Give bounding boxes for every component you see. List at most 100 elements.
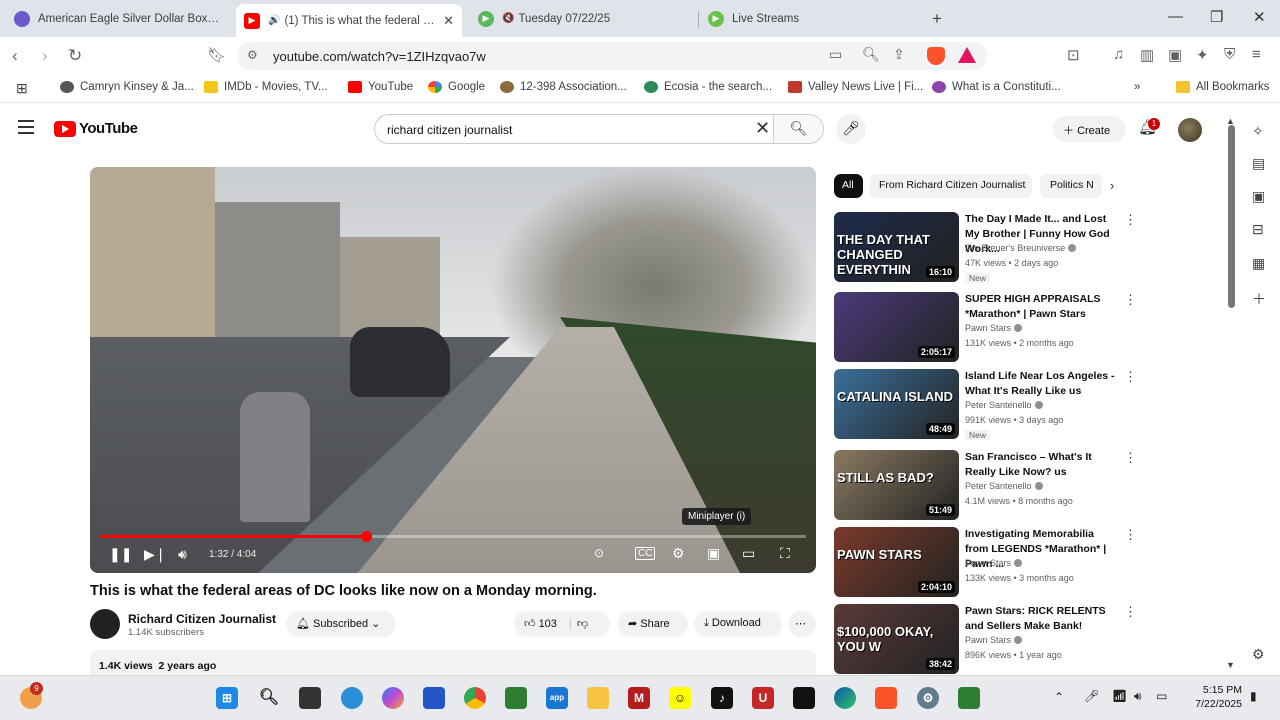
chip-politics[interactable]: Politics N bbox=[1040, 174, 1102, 198]
sidebar-reading-list-icon[interactable]: ▤ bbox=[1252, 155, 1265, 172]
chip-from-channel[interactable]: From Richard Citizen Journalist bbox=[870, 174, 1032, 198]
more-options-icon[interactable]: ⋮ bbox=[1124, 604, 1137, 620]
store-icon[interactable] bbox=[423, 687, 445, 709]
cast-icon[interactable]: ▭ bbox=[829, 46, 842, 63]
theater-mode-icon[interactable]: ▭ bbox=[742, 545, 755, 562]
file-explorer-icon[interactable] bbox=[587, 687, 609, 709]
close-window-icon[interactable]: ✕ bbox=[1253, 8, 1266, 26]
forward-icon[interactable]: › bbox=[42, 46, 48, 66]
create-button[interactable]: ＋ Create bbox=[1053, 116, 1126, 142]
volume-icon[interactable]: 🔊︎ bbox=[178, 546, 187, 563]
more-options-icon[interactable]: ⋮ bbox=[1124, 369, 1137, 385]
page-scrollbar[interactable] bbox=[1228, 125, 1235, 308]
recommended-channel[interactable]: Pawn Stars bbox=[965, 635, 1023, 645]
recommended-title[interactable]: SUPER HIGH APPRAISALS *Marathon* | Pawn … bbox=[965, 292, 1120, 322]
bookmark-item[interactable]: 12-398 Association... bbox=[500, 81, 627, 93]
recommended-video[interactable]: $100,000 OKAY, YOU W 38:42 Pawn Stars: RIC… bbox=[834, 604, 1144, 676]
browser-tab-youtube[interactable]: ▶ 🔊 (1) This is what the federal areas o… bbox=[236, 4, 462, 37]
sidebar-wallet-icon[interactable]: ▣ bbox=[1252, 188, 1265, 205]
settings-gear-icon[interactable]: ⚙ bbox=[672, 545, 685, 562]
recommended-title[interactable]: San Francisco – What's It Really Like No… bbox=[965, 450, 1120, 480]
captions-icon[interactable]: CC bbox=[635, 547, 656, 560]
search-button[interactable]: 🔍︎ bbox=[773, 115, 823, 143]
brave-shield-icon[interactable] bbox=[927, 47, 945, 65]
bookmark-item[interactable]: Google bbox=[428, 81, 485, 93]
next-video-icon[interactable]: ▶❘ bbox=[144, 546, 167, 563]
maximize-icon[interactable]: ❐ bbox=[1210, 8, 1223, 26]
scroll-down-icon[interactable]: ▼ bbox=[1226, 660, 1235, 670]
fullscreen-icon[interactable]: ⛶ bbox=[780, 545, 790, 562]
more-actions-button[interactable]: ⋯ bbox=[788, 611, 816, 637]
mcafee-icon[interactable]: M bbox=[628, 687, 650, 709]
tab-search-icon[interactable]: ⊡ bbox=[1067, 46, 1080, 64]
brave-taskbar-icon[interactable] bbox=[875, 687, 897, 709]
volume-tray-icon[interactable]: 🔊︎ bbox=[1134, 689, 1142, 704]
more-options-icon[interactable]: ⋮ bbox=[1124, 450, 1137, 466]
wallet-icon[interactable]: ▣ bbox=[1168, 46, 1182, 64]
download-button[interactable]: ⤓ Download bbox=[694, 611, 782, 637]
bookmark-item[interactable]: Camryn Kinsey & Ja... bbox=[60, 81, 194, 93]
notification-center-icon[interactable]: ▮ bbox=[1250, 689, 1257, 703]
new-tab-button[interactable]: + bbox=[932, 9, 942, 29]
minimize-icon[interactable]: — bbox=[1168, 8, 1183, 25]
video-thumbnail[interactable]: CATALINA ISLAND 48:49 bbox=[834, 369, 959, 439]
chip-all[interactable]: All bbox=[834, 174, 863, 198]
recommended-channel[interactable]: Peter Santenello bbox=[965, 481, 1043, 491]
more-options-icon[interactable]: ⋮ bbox=[1124, 292, 1137, 308]
recommended-channel[interactable]: Peter Santenello bbox=[965, 400, 1043, 410]
app-icon[interactable]: app bbox=[546, 687, 568, 709]
youtube-logo[interactable]: YouTube bbox=[54, 120, 138, 137]
vpn-icon[interactable]: ⛨ bbox=[1224, 46, 1235, 63]
search-input[interactable]: richard citizen journalist bbox=[387, 123, 512, 137]
share-page-icon[interactable]: ⇪ bbox=[893, 46, 905, 63]
media-icon[interactable]: ♫ bbox=[1113, 46, 1124, 63]
account-avatar[interactable] bbox=[1178, 118, 1202, 142]
pluto-icon[interactable] bbox=[793, 687, 815, 709]
recommended-channel[interactable]: Pawn Stars bbox=[965, 323, 1023, 333]
more-options-icon[interactable]: ⋮ bbox=[1124, 212, 1137, 228]
bookmark-item[interactable]: IMDb - Movies, TV... bbox=[204, 81, 328, 93]
app-green-icon[interactable] bbox=[958, 687, 980, 709]
wifi-icon[interactable]: 📶︎ bbox=[1112, 689, 1127, 703]
settings-taskbar-icon[interactable]: ⚙ bbox=[917, 687, 939, 709]
recommended-video[interactable]: THE DAY THAT CHANGED EVERYTHIN 16:10 The D… bbox=[834, 212, 1144, 284]
app-u-icon[interactable]: U bbox=[752, 687, 774, 709]
tray-chevron-icon[interactable]: ⌃ bbox=[1054, 690, 1064, 704]
brave-rewards-icon[interactable] bbox=[958, 47, 976, 63]
recommended-video[interactable]: STILL AS BAD? 51:49 San Francisco – What's… bbox=[834, 450, 1144, 522]
chips-next-icon[interactable]: › bbox=[1110, 178, 1114, 193]
apps-grid-icon[interactable]: ⊞ bbox=[16, 80, 28, 97]
recommended-video[interactable]: CATALINA ISLAND 48:49 Island Life Near Los… bbox=[834, 369, 1144, 441]
back-icon[interactable]: ‹ bbox=[12, 46, 18, 66]
video-thumbnail[interactable]: 2:05:17 bbox=[834, 292, 959, 362]
hamburger-menu-icon[interactable] bbox=[18, 120, 34, 138]
voice-search-icon[interactable]: 🎤︎ bbox=[836, 114, 866, 144]
share-button[interactable]: ➦ Share bbox=[618, 611, 688, 637]
recommended-title[interactable]: Island Life Near Los Angeles - What It's… bbox=[965, 369, 1120, 399]
menu-icon[interactable]: ≡ bbox=[1252, 46, 1261, 63]
video-thumbnail[interactable]: THE DAY THAT CHANGED EVERYTHIN 16:10 bbox=[834, 212, 959, 282]
subscribed-button[interactable]: 🔔︎ Subscribed ⌄ bbox=[286, 611, 396, 637]
sidebar-settings-icon[interactable]: ⚙ bbox=[1252, 646, 1265, 663]
url-text[interactable]: youtube.com/watch?v=1ZIHzqvao7w bbox=[273, 49, 486, 64]
bookmark-item[interactable]: What is a Constituti... bbox=[932, 81, 1061, 93]
battery-icon[interactable]: ▭ bbox=[1156, 689, 1167, 703]
zoom-icon[interactable]: 🔍︎ bbox=[862, 46, 880, 63]
clear-search-icon[interactable]: ✕ bbox=[755, 118, 770, 139]
browser-tab-1[interactable]: American Eagle Silver Dollar Box 198 bbox=[6, 4, 230, 33]
recommended-channel[interactable]: Pawn Stars bbox=[965, 558, 1023, 568]
edge-icon[interactable] bbox=[834, 687, 856, 709]
video-thumbnail[interactable]: $100,000 OKAY, YOU W 38:42 bbox=[834, 604, 959, 674]
progress-bar[interactable] bbox=[100, 531, 806, 542]
all-bookmarks[interactable]: All Bookmarks bbox=[1176, 81, 1270, 93]
miniplayer-icon[interactable]: ▣ bbox=[707, 545, 720, 562]
recommended-video[interactable]: PAWN STARS 2:04:10 Investigating Memorabil… bbox=[834, 527, 1144, 599]
bookmark-item[interactable]: Ecosia - the search... bbox=[644, 81, 772, 93]
more-options-icon[interactable]: ⋮ bbox=[1124, 527, 1137, 543]
start-button[interactable]: ⊞ bbox=[216, 687, 238, 709]
sidebar-bookmarks-icon[interactable]: ⊟ bbox=[1252, 221, 1264, 238]
bookmark-item[interactable]: Valley News Live | Fi... bbox=[788, 81, 923, 93]
dislike-icon[interactable]: 👎︎ bbox=[569, 618, 589, 630]
bookmark-icon[interactable]: 🔖︎ bbox=[207, 46, 226, 64]
channel-avatar[interactable] bbox=[90, 609, 120, 639]
